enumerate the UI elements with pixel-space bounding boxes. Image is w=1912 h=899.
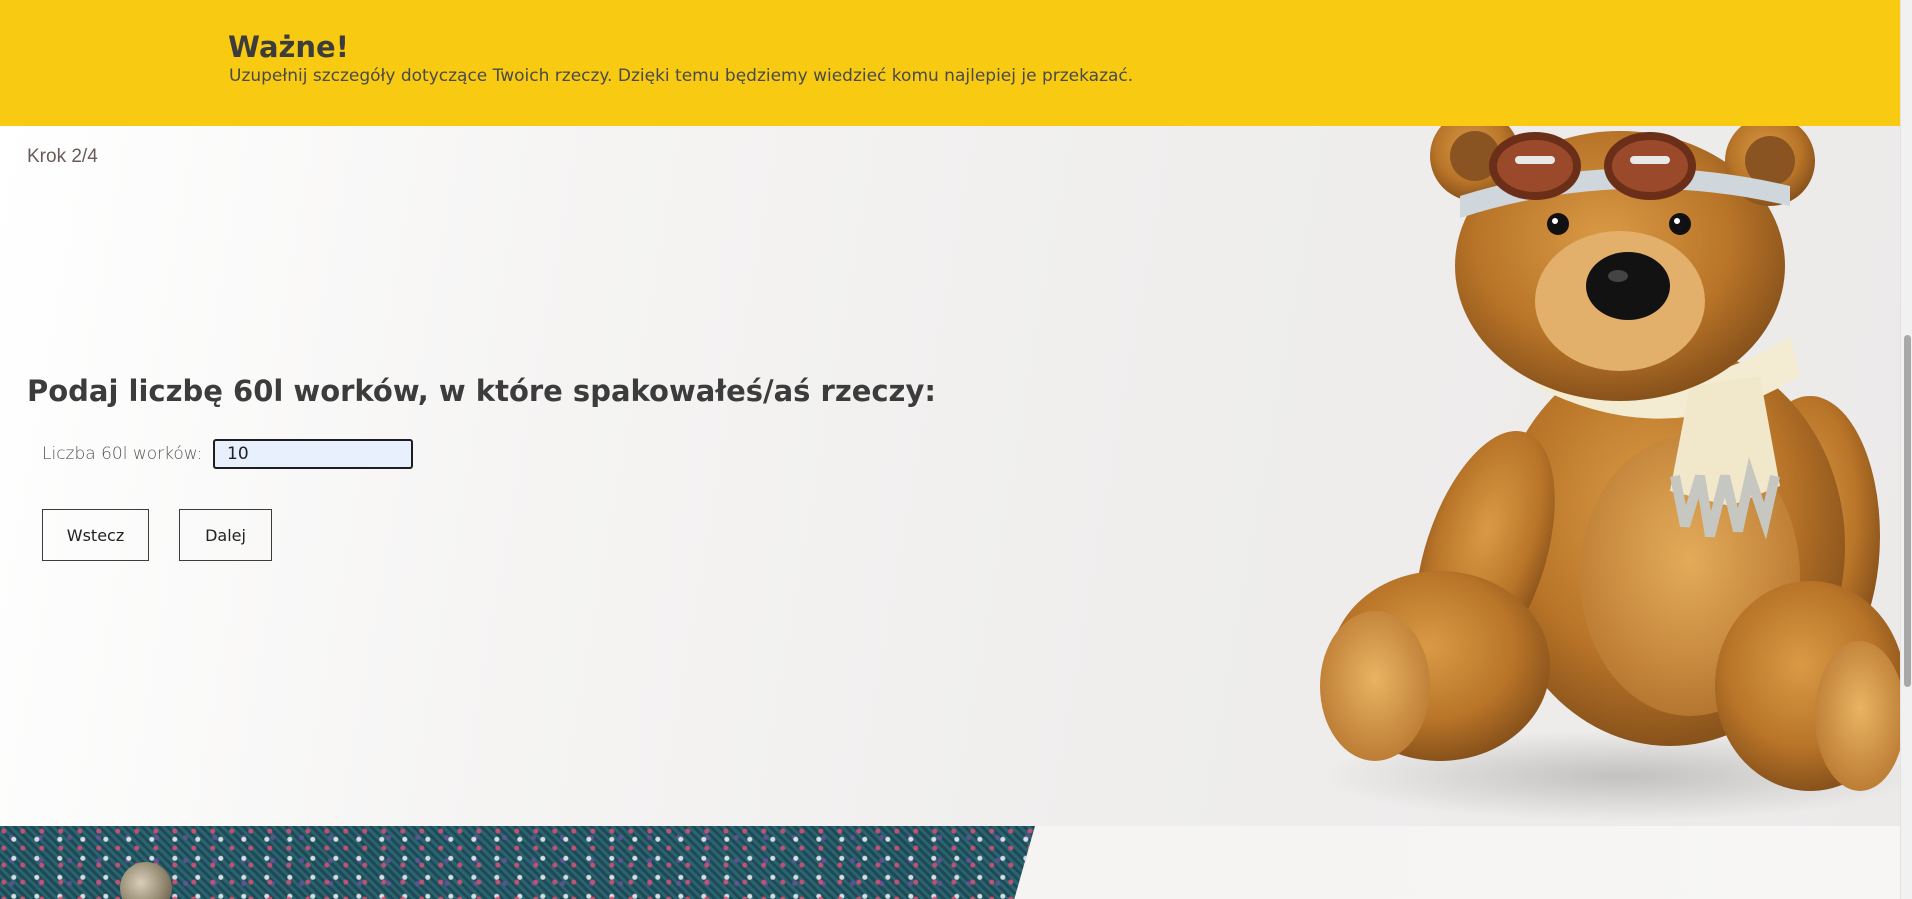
form-question: Podaj liczbę 60l worków, w które spakowa… — [27, 374, 936, 408]
back-button[interactable]: Wstecz — [42, 509, 149, 561]
scrollbar-thumb[interactable] — [1904, 335, 1911, 687]
bags-count-label: Liczba 60l worków: — [42, 444, 203, 464]
form-section: Krok 2/4 Podaj liczbę 60l worków, w któr… — [0, 126, 1900, 826]
page: Ważne! Uzupełnij szczegóły dotyczące Two… — [0, 0, 1912, 899]
notice-banner: Ważne! Uzupełnij szczegóły dotyczące Two… — [0, 0, 1900, 126]
banner-title: Ważne! — [228, 30, 349, 64]
teddy-bear-illustration — [1320, 126, 1900, 821]
page-scrollbar[interactable] — [1900, 0, 1912, 899]
next-section-preview — [0, 826, 1900, 899]
bags-count-input[interactable] — [213, 439, 413, 469]
next-button[interactable]: Dalej — [179, 509, 272, 561]
step-indicator: Krok 2/4 — [27, 146, 98, 167]
banner-text: Uzupełnij szczegóły dotyczące Twoich rze… — [229, 66, 1134, 86]
